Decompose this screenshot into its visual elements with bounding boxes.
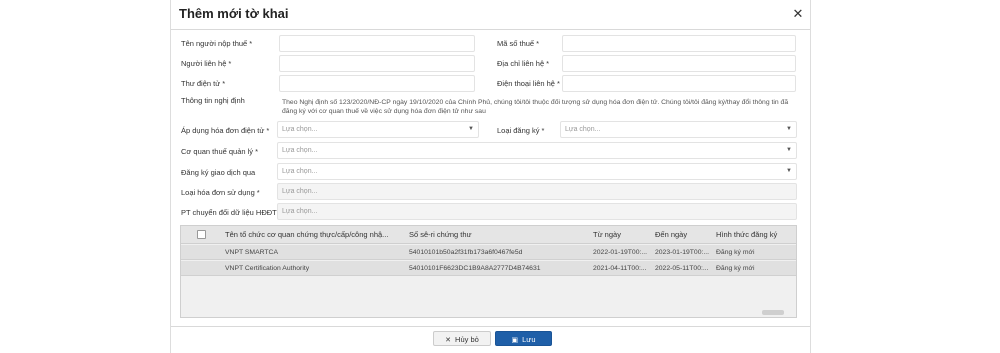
add-declaration-dialog: Thêm mới tờ khai ✕ Tên người nộp thuế * M…	[170, 0, 811, 353]
table-row[interactable]: VNPT SMARTCA 54010101b50a2f31fb173a6f046…	[181, 245, 796, 260]
contact-phone-input[interactable]	[562, 75, 796, 92]
decree-info-text: Theo Nghị định số 123/2020/NĐ-CP ngày 19…	[282, 99, 789, 115]
save-button[interactable]: ▣ Lưu	[495, 331, 552, 346]
cell-org: VNPT Certification Authority	[225, 265, 310, 272]
chevron-down-icon: ▼	[468, 126, 474, 132]
register-via-label: Đăng ký giao dịch qua	[181, 168, 256, 177]
column-header-form[interactable]: Hình thức đăng ký	[716, 230, 777, 239]
invoice-type-select[interactable]: Lựa chọn...	[277, 183, 797, 200]
email-label: Thư điện tử *	[181, 79, 226, 88]
select-all-checkbox[interactable]	[197, 230, 206, 239]
contact-phone-label: Điện thoại liên hệ *	[497, 79, 560, 88]
table-row[interactable]: VNPT Certification Authority 54010101F66…	[181, 261, 796, 276]
tax-authority-label: Cơ quan thuế quản lý *	[181, 147, 258, 156]
chevron-down-icon: ▼	[786, 126, 792, 132]
horizontal-scrollbar[interactable]	[762, 310, 784, 315]
column-header-to[interactable]: Đến ngày	[655, 230, 687, 239]
grid-header: Tên tổ chức cơ quan chứng thực/cấp/công …	[181, 226, 796, 244]
email-input[interactable]	[279, 75, 475, 92]
tax-code-input[interactable]	[562, 35, 796, 52]
apply-einvoice-label: Áp dụng hóa đơn điện tử *	[181, 126, 270, 135]
cell-form: Đăng ký mới	[716, 265, 755, 272]
chevron-down-icon: ▼	[786, 168, 792, 174]
cell-to: 2023-01-19T00:...	[655, 249, 710, 256]
contact-address-label: Địa chỉ liên hệ *	[497, 59, 550, 68]
chevron-down-icon: ▼	[786, 147, 792, 153]
save-label: Lưu	[522, 335, 536, 344]
cell-from: 2022-01-19T00:...	[593, 249, 648, 256]
cell-org: VNPT SMARTCA	[225, 249, 279, 256]
dialog-footer: ✕ Hủy bỏ ▣ Lưu	[171, 326, 810, 353]
data-transfer-label: PT chuyển đổi dữ liệu HĐĐT*	[181, 208, 282, 217]
dialog-title: Thêm mới tờ khai	[179, 6, 289, 21]
column-header-org[interactable]: Tên tổ chức cơ quan chứng thực/cấp/công …	[225, 230, 388, 239]
column-header-from[interactable]: Từ ngày	[593, 230, 621, 239]
invoice-type-label: Loại hóa đơn sử dụng *	[181, 188, 260, 197]
taxpayer-name-label: Tên người nộp thuế *	[181, 39, 253, 48]
dialog-body: Tên người nộp thuế * Mã số thuế * Người li…	[171, 30, 810, 326]
contact-person-input[interactable]	[279, 55, 475, 72]
contact-person-label: Người liên hệ *	[181, 59, 232, 68]
cell-to: 2022-05-11T00:...	[655, 265, 709, 272]
column-header-serial[interactable]: Số sê-ri chứng thư	[409, 230, 472, 239]
close-icon[interactable]: ✕	[790, 6, 806, 22]
decree-info-label: Thông tin nghị định	[181, 96, 245, 105]
apply-einvoice-select[interactable]: Lựa chọn... ▼	[277, 121, 479, 138]
background-right	[811, 0, 1000, 353]
dialog-header: Thêm mới tờ khai ✕	[171, 0, 810, 30]
cell-serial: 54010101F6623DC1B9A8A2777D4B74631	[409, 265, 541, 272]
cell-from: 2021-04-11T00:...	[593, 265, 647, 272]
background-left	[0, 0, 170, 353]
cancel-button[interactable]: ✕ Hủy bỏ	[433, 331, 491, 346]
cancel-label: Hủy bỏ	[455, 335, 479, 344]
contact-address-input[interactable]	[562, 55, 796, 72]
registration-type-select[interactable]: Lựa chọn... ▼	[560, 121, 797, 138]
tax-code-label: Mã số thuế *	[497, 39, 540, 48]
taxpayer-name-input[interactable]	[279, 35, 475, 52]
tax-authority-select[interactable]: Lựa chọn... ▼	[277, 142, 797, 159]
cell-serial: 54010101b50a2f31fb173a6f0467fe5d	[409, 249, 523, 256]
cell-form: Đăng ký mới	[716, 249, 755, 256]
certificate-grid: Tên tổ chức cơ quan chứng thực/cấp/công …	[180, 225, 797, 318]
save-icon: ▣	[511, 337, 519, 344]
register-via-select[interactable]: Lựa chọn... ▼	[277, 163, 797, 180]
close-icon: ✕	[445, 337, 452, 344]
registration-type-label: Loại đăng ký *	[497, 126, 545, 135]
data-transfer-select[interactable]: Lựa chọn...	[277, 203, 797, 220]
